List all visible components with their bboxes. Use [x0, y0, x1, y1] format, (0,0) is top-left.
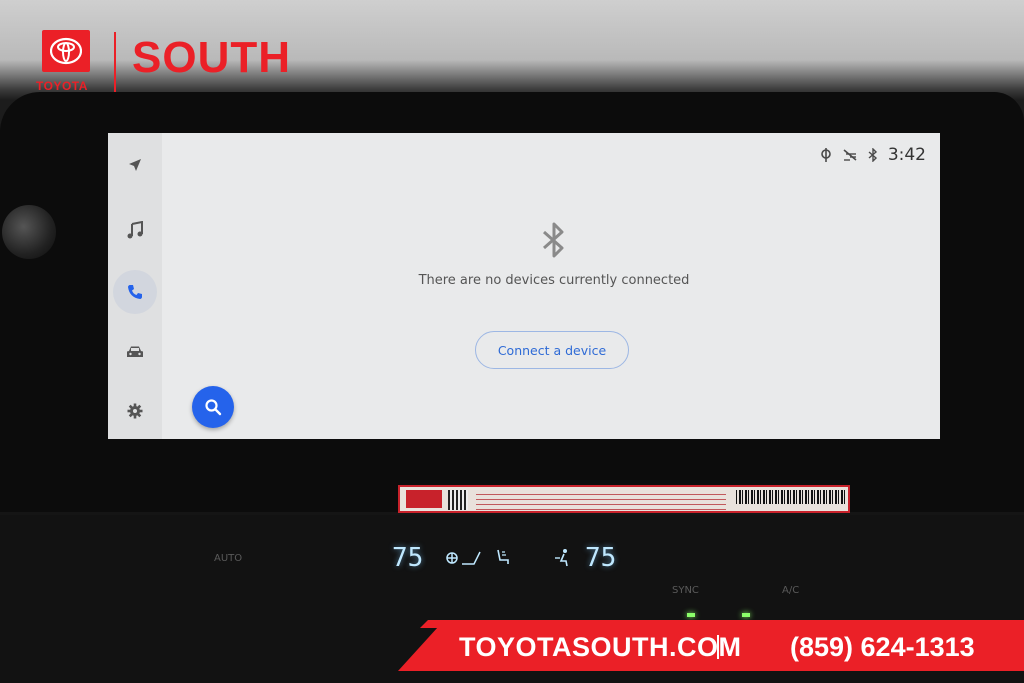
- navigation-arrow-icon: [129, 159, 141, 171]
- infotainment-screen: 3:42 There are no devices currently conn…: [108, 133, 940, 439]
- bluetooth-icon: [543, 222, 564, 258]
- toyota-emblem-icon: [50, 37, 82, 65]
- logo-divider: [114, 32, 116, 92]
- search-icon: [205, 399, 222, 416]
- ac-label[interactable]: A/C: [782, 585, 799, 596]
- barcode: [736, 490, 846, 504]
- brand-label: TOYOTA: [36, 79, 88, 93]
- qr-code: [448, 490, 468, 510]
- no-signal-icon: [843, 149, 857, 161]
- dealer-name: SOUTH: [132, 33, 291, 82]
- status-bar: 3:42: [820, 145, 926, 165]
- search-button[interactable]: [192, 386, 234, 428]
- banner-divider: [717, 635, 719, 659]
- sync-indicator: [687, 613, 695, 617]
- fan-icon: [446, 551, 481, 565]
- car-icon: [127, 346, 143, 357]
- dealer-phone[interactable]: (859) 624-1313: [790, 632, 975, 663]
- connect-device-button[interactable]: Connect a device: [475, 331, 629, 369]
- wireless-charging-icon: [821, 148, 831, 162]
- volume-knob[interactable]: [2, 205, 56, 259]
- toyota-logo: [42, 30, 90, 72]
- airflow-mode-icon: [555, 549, 568, 567]
- vehicle-data-sticker: [398, 485, 850, 513]
- empty-state: There are no devices currently connected: [108, 221, 940, 288]
- rail-item-navigation[interactable]: [113, 143, 157, 187]
- dealer-website[interactable]: TOYOTASOUTH.COM: [459, 632, 742, 663]
- rail-item-vehicle[interactable]: [113, 330, 157, 374]
- banner-accent: [420, 620, 1024, 628]
- bluetooth-icon: [868, 148, 877, 162]
- right-temperature: 75: [585, 543, 617, 573]
- gear-icon: [127, 403, 143, 419]
- auto-label[interactable]: AUTO: [214, 553, 242, 564]
- empty-message: There are no devices currently connected: [418, 273, 690, 288]
- seat-heat-icon: [497, 549, 509, 564]
- clock: 3:42: [887, 145, 926, 165]
- left-temperature: 75: [392, 543, 424, 573]
- ac-indicator: [742, 613, 750, 617]
- rail-item-settings[interactable]: [113, 389, 157, 433]
- sync-label[interactable]: SYNC: [672, 585, 699, 596]
